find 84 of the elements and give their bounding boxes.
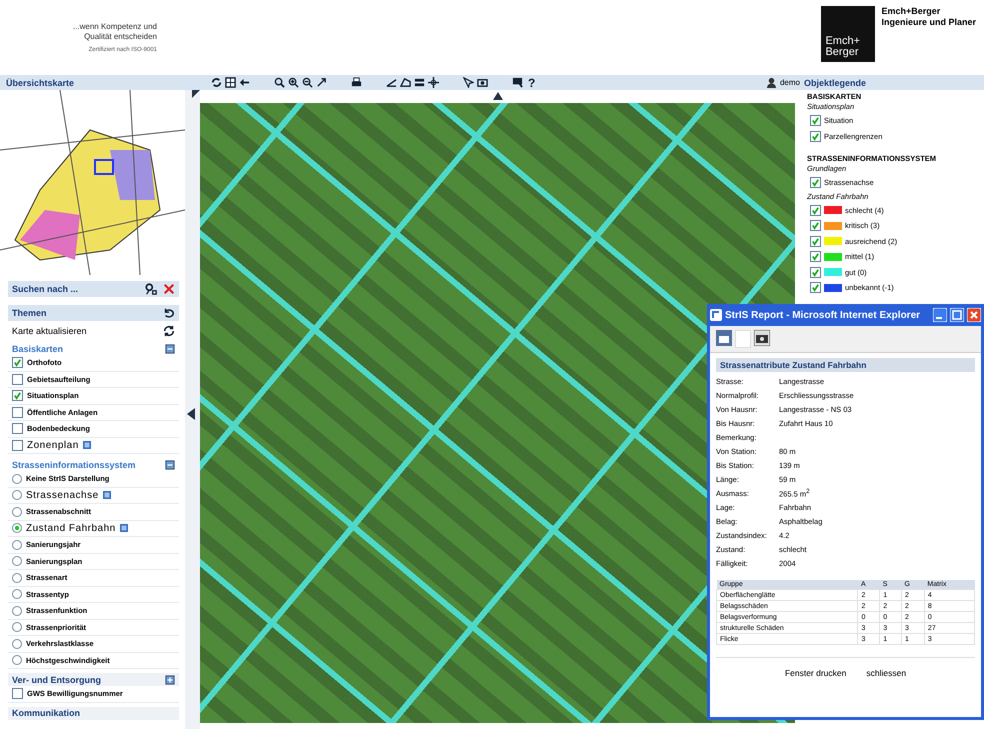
layers-icon[interactable] [414,77,425,88]
zoom-in-icon[interactable] [288,77,299,88]
info-icon[interactable] [82,441,91,450]
company-name: Ingenieure und Planer [881,17,976,28]
select-icon[interactable] [463,77,474,88]
layer-radio-button[interactable] [12,606,22,616]
report-button[interactable]: schliessen [862,666,910,680]
layer-radio-button[interactable] [12,506,22,517]
collapse-arrow-icon[interactable] [187,408,195,420]
refresh-map-link[interactable]: Karte aktualisieren [12,326,163,336]
crosshair-icon[interactable] [428,77,439,88]
layer-checkbox[interactable] [12,406,23,418]
collapse-arrow-icon[interactable] [493,92,503,100]
camera-icon[interactable] [754,330,770,346]
area-icon[interactable] [400,77,411,88]
search-icon[interactable] [145,283,157,295]
tagline-text: ...wenn Kompetenz und [72,22,157,32]
pan-icon[interactable] [316,77,327,88]
section-title: Themen [12,308,48,318]
company-name: Emch+Berger [881,6,942,17]
overview-map-drawing[interactable] [0,90,185,275]
tagline-text: Qualität entscheiden [83,32,157,42]
expand-icon[interactable] [165,674,175,684]
legend-checkbox[interactable] [810,204,821,216]
layer-checkbox[interactable] [12,423,23,434]
layer-radio-button[interactable] [12,540,22,550]
print-icon[interactable] [351,77,362,88]
layer-checkbox[interactable] [12,440,23,451]
layer-radio-button[interactable] [12,589,22,600]
layer-label[interactable]: Zonenplan [27,440,79,451]
legend-checkbox[interactable] [810,282,821,294]
info-icon[interactable] [102,491,111,500]
panel-title: Objektlegende [804,78,868,88]
layer-radio-button[interactable] [12,556,22,566]
info-icon[interactable] [120,524,128,532]
legend-checkbox[interactable] [810,130,821,142]
maximize-button[interactable] [950,308,964,322]
layer-radio-button[interactable] [12,490,22,500]
legend-checkbox[interactable] [810,115,821,126]
layer-label[interactable]: Strassenachse [26,490,99,501]
grid-icon[interactable] [225,77,236,88]
camera-icon[interactable] [477,77,488,88]
layer-radio-button[interactable] [12,655,22,666]
browser-icon [710,309,722,321]
company-logo: Emch+ Berger [821,6,876,62]
layer-checkbox[interactable] [12,390,23,402]
layer-group-title[interactable]: Basiskarten [12,344,165,354]
refresh-icon[interactable] [211,77,222,88]
measure-icon[interactable] [386,77,397,88]
monitor-icon[interactable] [512,77,523,88]
zoom-in-icon[interactable] [274,77,285,88]
minimize-button[interactable] [933,308,947,322]
layer-group-title[interactable]: Strasseninformationssystem [12,460,165,470]
layer-radio-button[interactable] [12,622,22,632]
panel-title: Übersichtskarte [5,78,76,88]
layer-radio-button[interactable] [12,572,22,583]
report-heading: Strassenattribute Zustand Fahrbahn [716,358,975,372]
close-icon[interactable] [163,283,175,295]
user-icon [766,77,777,88]
legend-checkbox[interactable] [810,220,821,232]
layer-label[interactable]: Zustand Fahrbahn [26,522,116,534]
legend-checkbox[interactable] [810,236,821,247]
expand-arrow-icon[interactable] [192,90,200,98]
arrow-left-icon[interactable] [239,77,250,88]
legend-checkbox[interactable] [810,177,821,188]
help-button[interactable]: ? [526,76,538,90]
report-button[interactable]: Fenster drucken [780,666,850,680]
legend-checkbox[interactable] [810,266,821,278]
layer-radio-button[interactable] [12,523,22,534]
legend-checkbox[interactable] [810,251,821,262]
blank-tile [735,330,751,348]
undo-icon[interactable] [163,307,175,319]
refresh-icon[interactable] [163,325,175,337]
layer-radio-button[interactable] [12,638,22,649]
window-title: StrIS Report - Microsoft Internet Explorer [725,310,922,320]
zoom-out-icon[interactable] [302,77,313,88]
layer-checkbox[interactable] [12,374,23,385]
collapse-icon[interactable] [165,460,175,470]
close-button[interactable] [967,308,981,322]
collapse-icon[interactable] [165,344,175,354]
user-name: demo [780,78,800,87]
layer-radio-button[interactable] [12,474,22,484]
layer-checkbox[interactable] [12,688,23,700]
layer-checkbox[interactable] [12,357,23,368]
